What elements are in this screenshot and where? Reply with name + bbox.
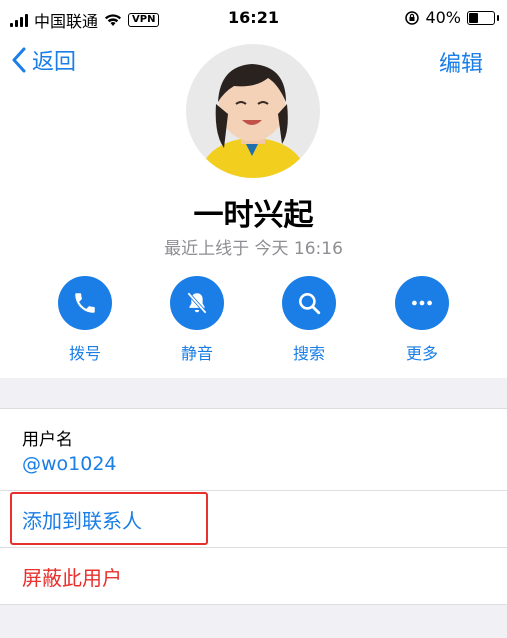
back-label: 返回 (32, 50, 77, 75)
add-to-contacts-row[interactable]: 添加到联系人 (0, 491, 507, 548)
edit-button[interactable]: 编辑 (439, 46, 483, 78)
section-divider (0, 378, 507, 409)
more-label: 更多 (405, 344, 438, 363)
phone-icon (58, 276, 112, 330)
search-icon (282, 276, 336, 330)
call-button[interactable]: 拨号 (45, 276, 125, 364)
more-icon (395, 276, 449, 330)
last-seen-status: 最近上线于 今天 16:16 (164, 239, 343, 259)
username-row[interactable]: 用户名 @wo1024 (0, 409, 507, 491)
highlight-box (10, 492, 208, 545)
battery-icon (467, 10, 499, 25)
block-user-label: 屏蔽此用户 (22, 566, 122, 590)
mute-label: 静音 (180, 344, 213, 363)
status-bar: 中国联通 VPN 16:21 40% (0, 0, 507, 36)
battery-percent: 40% (425, 8, 461, 27)
more-button[interactable]: 更多 (382, 276, 462, 364)
avatar[interactable] (186, 44, 320, 178)
profile-details-list: 用户名 @wo1024 添加到联系人 屏蔽此用户 (0, 409, 507, 605)
search-button[interactable]: 搜索 (269, 276, 349, 364)
search-label: 搜索 (292, 344, 325, 363)
username-value[interactable]: @wo1024 (22, 453, 117, 475)
back-button[interactable]: 返回 (12, 44, 76, 76)
block-user-row[interactable]: 屏蔽此用户 (0, 548, 507, 605)
username-label: 用户名 (22, 430, 73, 450)
orientation-lock-icon (405, 10, 420, 25)
call-label: 拨号 (68, 344, 101, 363)
profile-header: 中国联通 VPN 16:21 40% 返回 编辑 一时兴起 最近上线于 今天 1… (0, 0, 507, 378)
action-bar: 拨号 静音 搜索 更多 (0, 276, 507, 366)
chevron-left-icon (12, 47, 26, 73)
bell-off-icon (170, 276, 224, 330)
profile-name: 一时兴起 (193, 198, 314, 233)
mute-button[interactable]: 静音 (157, 276, 237, 364)
